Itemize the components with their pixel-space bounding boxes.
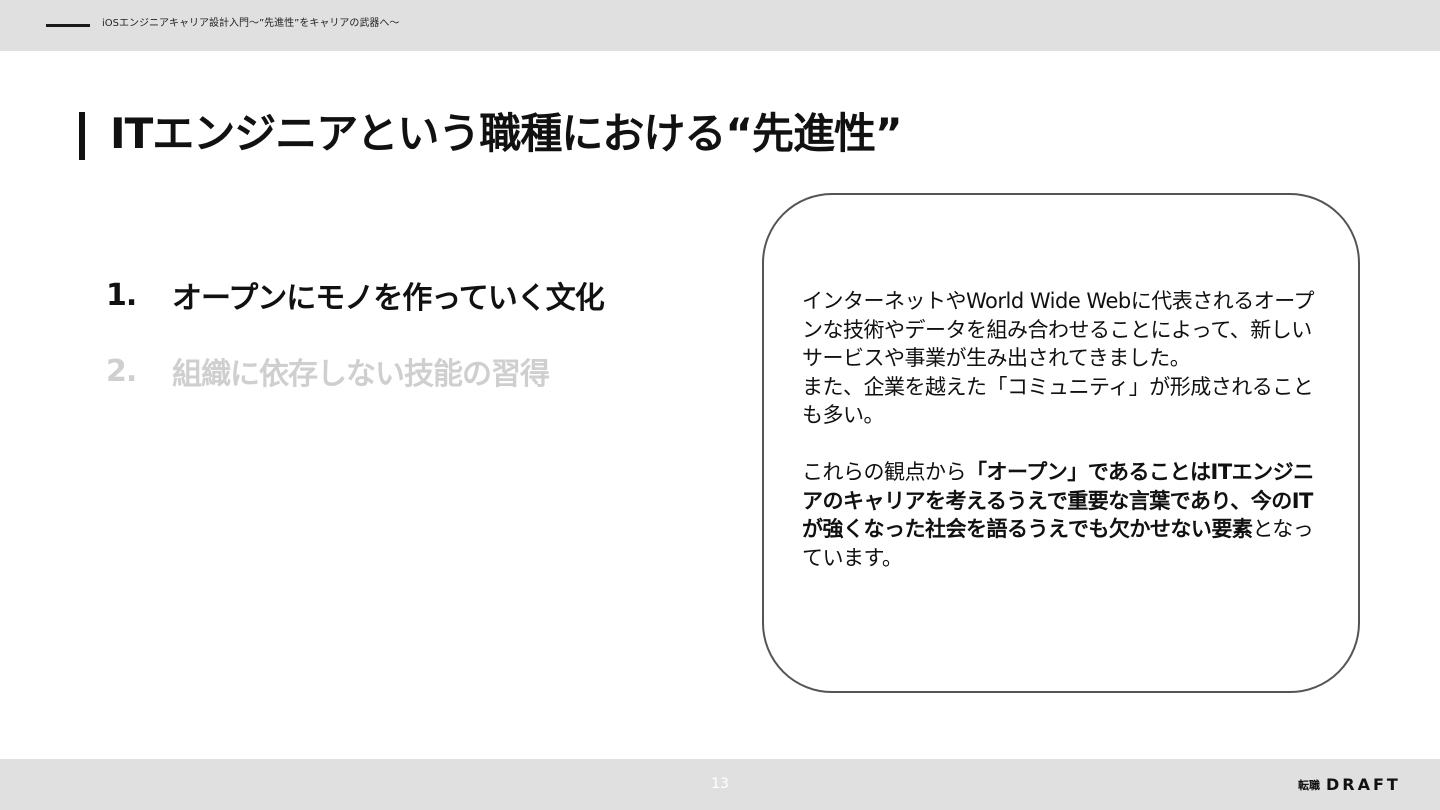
logo-jp-text: 転職 xyxy=(1298,778,1320,792)
title-accent-bar xyxy=(79,112,85,160)
card-paragraph-1: インターネットやWorld Wide Webに代表されるオープンな技術やデータを… xyxy=(802,289,1314,370)
agenda-item-number: 2. xyxy=(106,353,137,389)
card-paragraph-2: また、企業を越えた「コミュニティ」が形成されることも多い。 xyxy=(802,374,1314,428)
explanation-card: インターネットやWorld Wide Webに代表されるオープンな技術やデータを… xyxy=(762,193,1360,693)
agenda-item-2: 2. 組織に依存しない技能の習得 xyxy=(106,346,604,396)
header-rule xyxy=(46,24,90,27)
card-paragraph-3: これらの観点から「オープン」であることはITエンジニアのキャリアを考えるうえで重… xyxy=(802,458,1322,572)
agenda-item-1: 1. オープンにモノを作っていく文化 xyxy=(106,270,605,320)
brand-logo: 転職 DRAFT xyxy=(1298,775,1401,794)
logo-en-text: DRAFT xyxy=(1326,775,1401,794)
agenda-list: 1. オープンにモノを作っていく文化 2. 組織に依存しない技能の習得 xyxy=(106,270,605,422)
slide-title: ITエンジニアという職種における“先進性” xyxy=(110,109,903,158)
deck-title: iOSエンジニアキャリア設計入門〜”先進性”をキャリアの武器へ〜 xyxy=(102,18,400,29)
agenda-item-label: 組織に依存しない技能の習得 xyxy=(172,357,550,392)
page-number: 13 xyxy=(711,776,729,792)
card-paragraph-3-lead: これらの観点から xyxy=(802,460,967,484)
agenda-item-label: オープンにモノを作っていく文化 xyxy=(172,281,605,316)
agenda-item-number: 1. xyxy=(106,277,137,313)
card-body: インターネットやWorld Wide Webに代表されるオープンな技術やデータを… xyxy=(802,287,1322,572)
